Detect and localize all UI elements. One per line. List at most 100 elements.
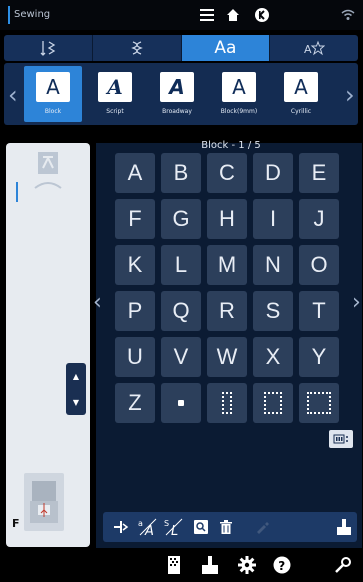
keyboard-options-icon — [333, 434, 348, 444]
char-key-n[interactable]: N — [253, 245, 293, 285]
presser-foot-label: F — [12, 517, 20, 530]
font-block9mm-preview: A — [222, 72, 256, 102]
edit-toolbar: aA SL — [103, 512, 357, 542]
scroll-up-icon[interactable]: ▲ — [73, 372, 79, 381]
char-key-i[interactable]: I — [253, 199, 293, 239]
font-selector: ‹ A Block A Script A Broadway A Block(9m… — [4, 63, 358, 125]
font-next-arrow[interactable]: › — [345, 81, 355, 109]
period-key[interactable] — [161, 383, 201, 423]
zoom-button[interactable] — [192, 517, 210, 537]
char-key-u[interactable]: U — [115, 337, 155, 377]
edit-button-disabled[interactable] — [253, 517, 271, 537]
char-key-t[interactable]: T — [299, 291, 339, 331]
space-large-icon — [307, 392, 331, 414]
stitch-preview-icon — [34, 152, 62, 189]
favorites-tab[interactable]: A — [270, 35, 358, 61]
char-key-y[interactable]: Y — [299, 337, 339, 377]
font-broadway-preview: A — [160, 72, 194, 102]
char-key-g[interactable]: G — [161, 199, 201, 239]
space-small-key[interactable] — [207, 383, 247, 423]
char-key-e[interactable]: E — [299, 153, 339, 193]
tools-button[interactable] — [332, 554, 354, 576]
page-prev-arrow[interactable]: ‹ — [93, 290, 102, 315]
font-block-label: Block — [44, 108, 62, 115]
char-key-p[interactable]: P — [115, 291, 155, 331]
help-button[interactable]: ? — [271, 554, 293, 576]
char-key-o[interactable]: O — [299, 245, 339, 285]
space-small-icon — [222, 392, 232, 414]
font-cyrillic[interactable]: A Cyrillic — [272, 66, 330, 122]
import-button[interactable] — [335, 517, 353, 537]
char-key-f[interactable]: F — [115, 199, 155, 239]
font-broadway-label: Broadway — [162, 108, 192, 115]
period-icon — [178, 400, 184, 406]
space-medium-key[interactable] — [253, 383, 293, 423]
text-spacing-button[interactable]: SL — [163, 517, 185, 537]
text-size-button[interactable]: aA — [137, 517, 159, 537]
sewing-app: Sewing Aa A ‹ A Block A Script A Broadwa… — [0, 0, 363, 582]
settings-button[interactable] — [236, 554, 258, 576]
keyboard-options-button[interactable] — [329, 430, 353, 448]
utility-stitch-icon — [40, 41, 56, 56]
char-key-d[interactable]: D — [253, 153, 293, 193]
trash-icon — [220, 520, 232, 534]
text-spacing-icon: SL — [164, 518, 183, 537]
char-key-r[interactable]: R — [207, 291, 247, 331]
char-key-h[interactable]: H — [207, 199, 247, 239]
decorative-tab[interactable] — [93, 35, 182, 61]
stitch-program-button[interactable] — [163, 554, 185, 576]
font-page-indicator: Block - 1 / 5 — [201, 140, 261, 151]
font-broadway[interactable]: A Broadway — [148, 66, 206, 122]
stitch-tab[interactable] — [4, 35, 93, 61]
text-cursor — [16, 182, 18, 202]
status-accent — [8, 6, 10, 24]
character-grid: A B C D E F G H I J K L M N O P Q R S T … — [115, 153, 341, 424]
char-key-m[interactable]: M — [207, 245, 247, 285]
wifi-icon — [337, 4, 359, 26]
font-block9mm[interactable]: A Block(9mm) — [210, 66, 268, 122]
char-key-v[interactable]: V — [161, 337, 201, 377]
char-key-x[interactable]: X — [253, 337, 293, 377]
char-key-b[interactable]: B — [161, 153, 201, 193]
save-button[interactable] — [199, 554, 221, 576]
stitch-program-icon — [168, 556, 180, 574]
space-large-key[interactable] — [299, 383, 339, 423]
back-icon[interactable] — [251, 4, 273, 26]
home-icon[interactable] — [222, 4, 244, 26]
char-key-q[interactable]: Q — [161, 291, 201, 331]
char-key-z[interactable]: Z — [115, 383, 155, 423]
svg-text:?: ? — [278, 559, 285, 573]
preview-scroll[interactable]: ▲ ▼ — [66, 363, 86, 415]
delete-button[interactable] — [217, 517, 235, 537]
decorative-stitch-icon — [130, 41, 143, 55]
presser-foot-icon[interactable] — [24, 473, 64, 531]
page-next-arrow[interactable]: › — [352, 290, 361, 315]
char-key-c[interactable]: C — [207, 153, 247, 193]
char-key-j[interactable]: J — [299, 199, 339, 239]
char-key-w[interactable]: W — [207, 337, 247, 377]
import-icon — [337, 519, 351, 535]
space-medium-icon — [264, 392, 282, 414]
svg-text:A: A — [304, 43, 312, 56]
char-key-s[interactable]: S — [253, 291, 293, 331]
insert-cursor-button[interactable] — [111, 517, 131, 537]
font-cyrillic-preview: A — [284, 72, 318, 102]
screen-title: Sewing — [14, 9, 51, 20]
font-block9mm-label: Block(9mm) — [220, 108, 258, 115]
menu-icon[interactable] — [196, 4, 218, 26]
font-prev-arrow[interactable]: ‹ — [8, 81, 18, 109]
char-key-a[interactable]: A — [115, 153, 155, 193]
help-icon: ? — [273, 556, 291, 574]
font-block[interactable]: A Block — [24, 66, 82, 122]
font-script-label: Script — [106, 108, 124, 115]
cursor-insert-icon — [114, 521, 129, 533]
category-tabs: Aa A — [4, 35, 358, 61]
char-key-l[interactable]: L — [161, 245, 201, 285]
save-icon — [202, 556, 218, 574]
font-block-preview: A — [36, 72, 70, 102]
scroll-down-icon[interactable]: ▼ — [73, 398, 79, 407]
alphabet-tab[interactable]: Aa — [181, 35, 271, 61]
font-script[interactable]: A Script — [86, 66, 144, 122]
char-key-k[interactable]: K — [115, 245, 155, 285]
favorites-icon: A — [304, 40, 326, 56]
